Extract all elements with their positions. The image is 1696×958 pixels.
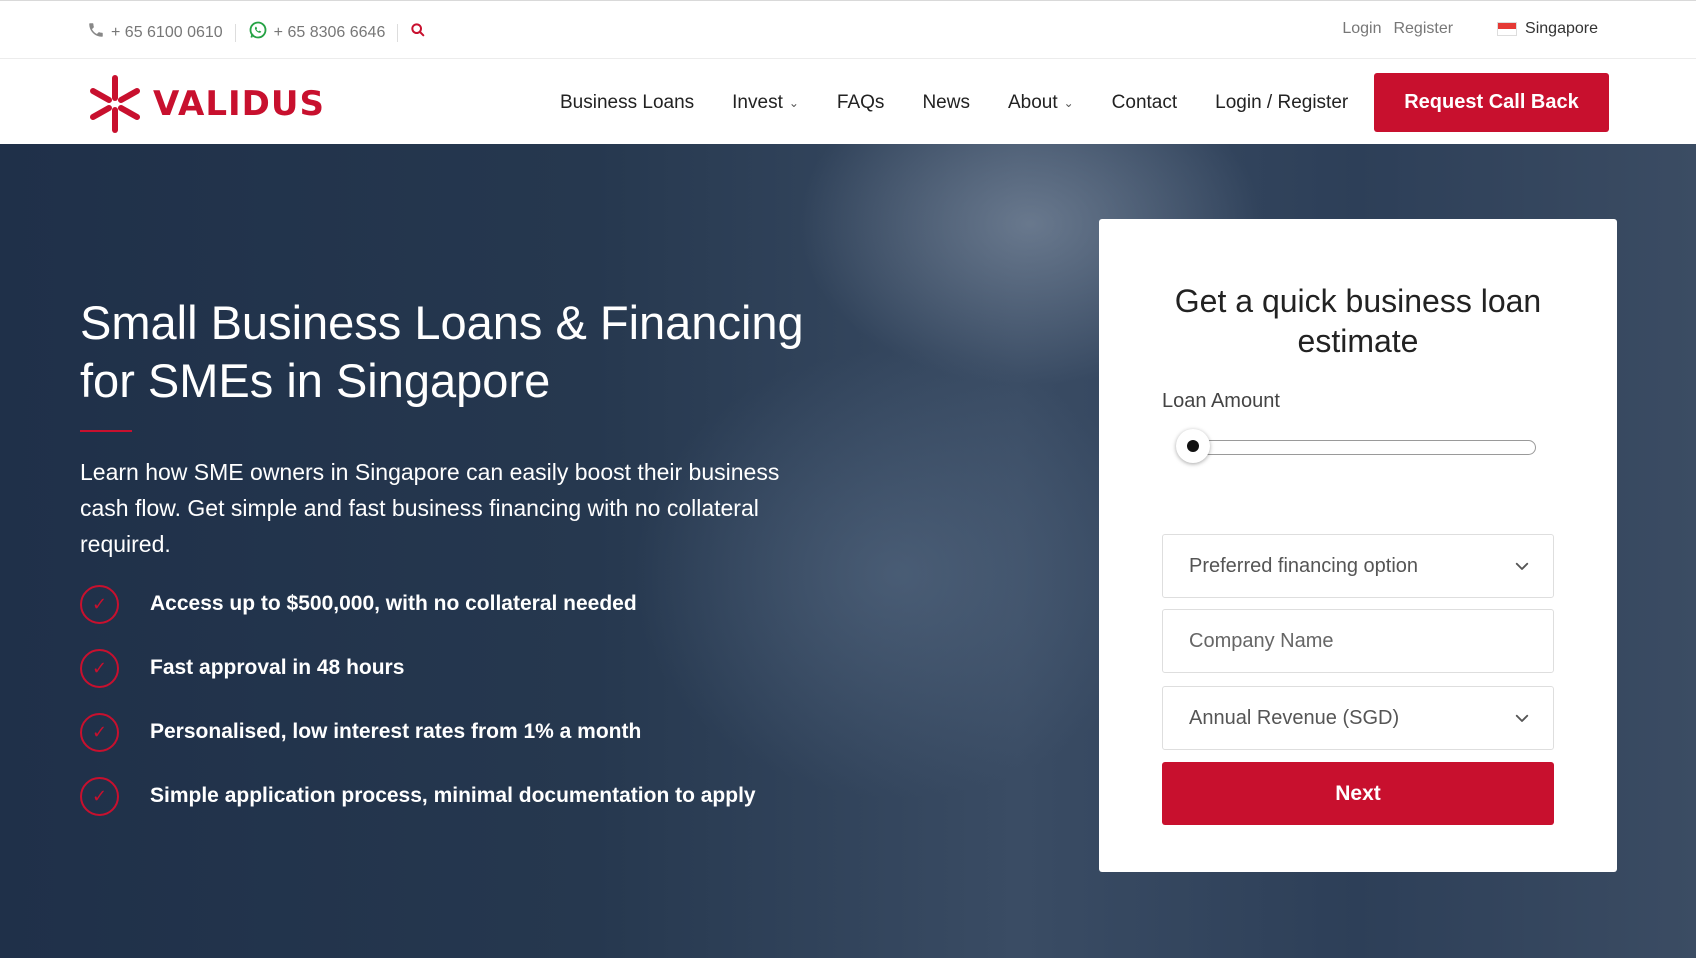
nav-item-login-register[interactable]: Login / Register [1215, 92, 1348, 114]
annual-revenue-value: Annual Revenue (SGD) [1189, 706, 1400, 729]
nav-item-about[interactable]: About ⌄ [1008, 92, 1074, 114]
whatsapp-icon [248, 20, 268, 45]
nav-item-invest[interactable]: Invest ⌄ [732, 92, 799, 114]
list-item: ✓ Simple application process, minimal doc… [80, 776, 756, 816]
nav-item-label: Login / Register [1215, 92, 1349, 113]
nav-item-label: FAQs [836, 92, 885, 113]
nav-item-news[interactable]: News [922, 92, 970, 114]
annual-revenue-select[interactable]: Annual Revenue (SGD) [1162, 686, 1554, 750]
company-name-input[interactable] [1162, 609, 1554, 673]
loan-estimate-form: Get a quick business loan estimate Loan … [1099, 219, 1617, 872]
financing-option-value: Preferred financing option [1189, 554, 1419, 577]
feature-text: Fast approval in 48 hours [150, 656, 405, 679]
search-icon[interactable] [410, 22, 426, 43]
chevron-down-icon: ⌄ [1063, 96, 1074, 110]
phone-icon [87, 21, 105, 44]
hero-section: Small Business Loans & Financing for SME… [0, 144, 1696, 958]
contact-info: + 65 6100 0610 + 65 8306 6646 [87, 20, 426, 45]
whatsapp-number: + 65 8306 6646 [273, 23, 386, 41]
nav-item-label: Business Loans [560, 92, 695, 113]
request-call-back-button[interactable]: Request Call Back [1374, 73, 1609, 132]
nav-menu: Business Loans Invest ⌄ FAQs News About ⌄ … [560, 92, 1386, 114]
check-circle-icon: ✓ [80, 712, 119, 752]
nav-item-label: News [922, 92, 970, 113]
account-links: Login Register Singapore [1330, 20, 1598, 38]
list-item: ✓ Personalised, low interest rates from 1… [80, 712, 756, 752]
slider-dot [1187, 440, 1199, 452]
feature-text: Simple application process, minimal docu… [150, 784, 756, 807]
phone-link[interactable]: + 65 6100 0610 [87, 21, 223, 44]
hero-title: Small Business Loans & Financing for SME… [80, 296, 804, 407]
title-underline [80, 430, 132, 432]
loan-amount-slider-track[interactable] [1191, 440, 1536, 455]
chevron-down-icon: ⌄ [788, 96, 799, 110]
check-circle-icon: ✓ [80, 776, 119, 816]
country-selector[interactable]: Singapore [1497, 20, 1598, 38]
brand-logo[interactable]: VALIDUS [87, 74, 325, 134]
country-label: Singapore [1525, 20, 1598, 37]
chevron-down-icon [1515, 714, 1529, 722]
nav-item-contact[interactable]: Contact [1112, 92, 1177, 114]
brand-name: VALIDUS [153, 84, 325, 124]
next-button[interactable]: Next [1162, 762, 1554, 825]
main-navigation: VALIDUS Business Loans Invest ⌄ FAQs News… [0, 59, 1696, 144]
topbar-login-link[interactable]: Login [1342, 20, 1381, 38]
feature-text: Access up to $500,000, with no collatera… [150, 592, 637, 615]
topbar-register-link[interactable]: Register [1393, 20, 1453, 38]
validus-logo-icon [90, 75, 140, 133]
whatsapp-link[interactable]: + 65 8306 6646 [248, 20, 386, 45]
loan-amount-label: Loan Amount [1162, 390, 1280, 412]
nav-item-label: About [1007, 92, 1058, 113]
phone-number: + 65 6100 0610 [111, 23, 223, 41]
divider [397, 23, 399, 42]
feature-text: Personalised, low interest rates from 1%… [150, 720, 642, 743]
feature-list: ✓ Access up to $500,000, with no collater… [80, 584, 756, 840]
nav-item-business-loans[interactable]: Business Loans [560, 92, 694, 114]
check-circle-icon: ✓ [80, 584, 119, 624]
nav-item-faqs[interactable]: FAQs [837, 92, 885, 114]
nav-item-label: Contact [1111, 92, 1178, 113]
divider [234, 23, 236, 42]
nav-item-label: Invest [732, 92, 783, 113]
list-item: ✓ Fast approval in 48 hours [80, 648, 756, 688]
list-item: ✓ Access up to $500,000, with no collater… [80, 584, 756, 624]
chevron-down-icon [1515, 562, 1529, 570]
top-bar: + 65 6100 0610 + 65 8306 6646 Login Regi… [0, 0, 1696, 59]
check-circle-icon: ✓ [80, 648, 119, 688]
hero-lead-text: Learn how SME owners in Singapore can ea… [80, 459, 780, 557]
loan-amount-slider-handle[interactable] [1176, 429, 1210, 463]
financing-option-select[interactable]: Preferred financing option [1162, 534, 1554, 598]
form-title: Get a quick business loan estimate [1174, 283, 1542, 359]
singapore-flag-icon [1497, 22, 1518, 36]
